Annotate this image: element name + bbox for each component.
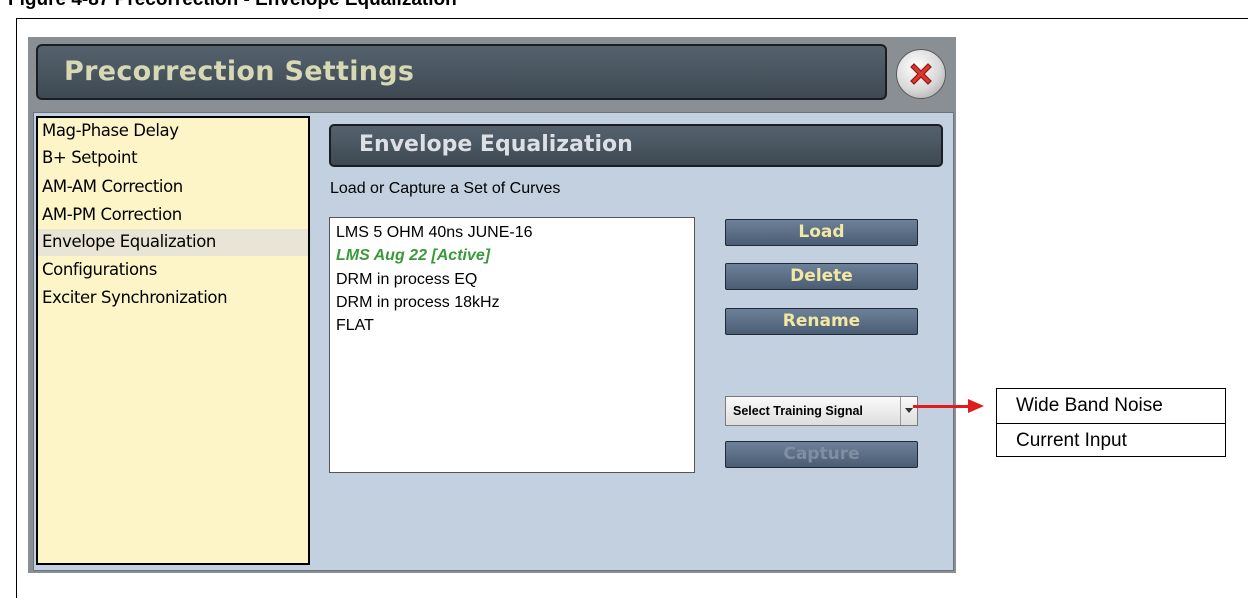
rename-button[interactable]: Rename (725, 308, 918, 335)
chevron-down-icon (900, 397, 917, 425)
training-signal-select-label: Select Training Signal (733, 404, 863, 418)
window-title: Precorrection Settings (64, 56, 415, 87)
sidebar: Mag-Phase Delay B+ Setpoint AM-AM Correc… (36, 116, 310, 565)
list-item-active[interactable]: LMS Aug 22 [Active] (336, 247, 490, 265)
capture-button[interactable]: Capture (725, 441, 918, 468)
close-x-icon (910, 63, 932, 85)
option-current-input: Current Input (997, 423, 1225, 457)
sidebar-item-am-pm-correction[interactable]: AM-PM Correction (42, 202, 308, 229)
curve-list[interactable]: LMS 5 OHM 40ns JUNE-16 LMS Aug 22 [Activ… (329, 217, 695, 473)
callout-arrow-line (913, 405, 971, 408)
sidebar-item-configurations[interactable]: Configurations (42, 257, 308, 284)
list-item[interactable]: FLAT (336, 317, 374, 335)
window-title-bar: Precorrection Settings (36, 44, 887, 100)
document-caption: Figure 4-87 Precorrection - Envelope Equ… (8, 0, 457, 11)
sidebar-item-exciter-synchronization[interactable]: Exciter Synchronization (42, 285, 308, 312)
curves-caption: Load or Capture a Set of Curves (330, 180, 561, 197)
delete-button[interactable]: Delete (725, 263, 918, 290)
training-signal-options-callout: Wide Band Noise Current Input (996, 388, 1226, 457)
sidebar-item-envelope-equalization[interactable]: Envelope Equalization (38, 229, 308, 256)
callout-arrow-icon (968, 399, 984, 413)
list-item[interactable]: DRM in process EQ (336, 271, 477, 289)
sidebar-item-mag-phase-delay[interactable]: Mag-Phase Delay (42, 118, 308, 145)
training-signal-select[interactable]: Select Training Signal (725, 396, 918, 426)
load-button[interactable]: Load (725, 219, 918, 246)
list-item[interactable]: DRM in process 18kHz (336, 294, 500, 312)
list-item[interactable]: LMS 5 OHM 40ns JUNE-16 (336, 224, 533, 242)
section-header: Envelope Equalization (329, 124, 943, 167)
sidebar-item-b-plus-setpoint[interactable]: B+ Setpoint (42, 145, 308, 172)
section-title: Envelope Equalization (359, 132, 633, 157)
sidebar-item-am-am-correction[interactable]: AM-AM Correction (42, 174, 308, 201)
close-button[interactable] (896, 49, 946, 99)
option-wide-band-noise: Wide Band Noise (1016, 395, 1163, 416)
